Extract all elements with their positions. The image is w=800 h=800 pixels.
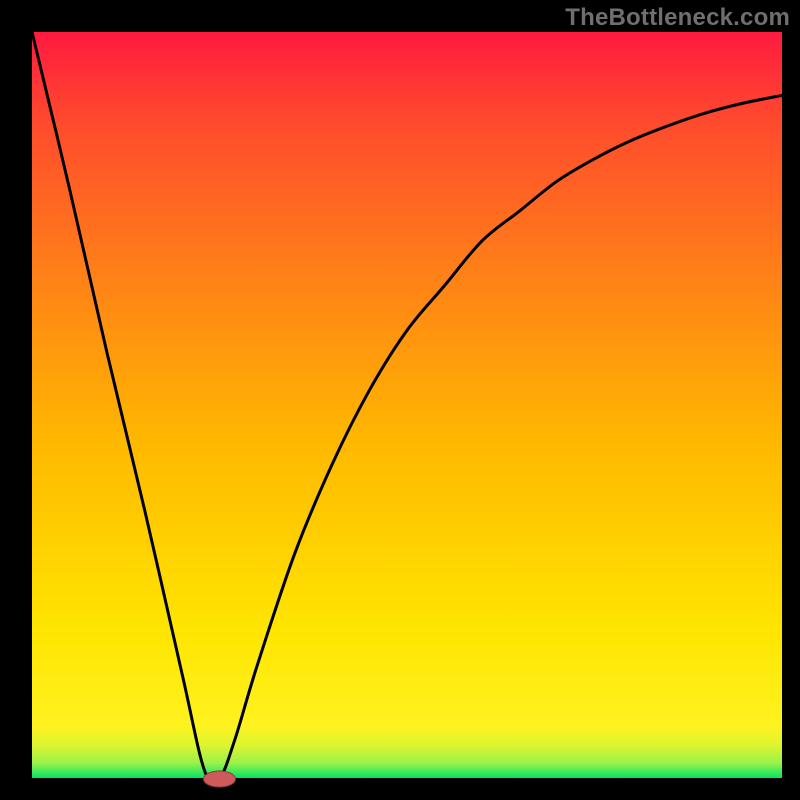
optimum-marker	[204, 771, 236, 787]
chart-svg	[0, 0, 800, 800]
chart-container: { "watermark": "TheBottleneck.com", "col…	[0, 0, 800, 800]
plot-background	[32, 32, 782, 778]
watermark-text: TheBottleneck.com	[565, 4, 790, 32]
